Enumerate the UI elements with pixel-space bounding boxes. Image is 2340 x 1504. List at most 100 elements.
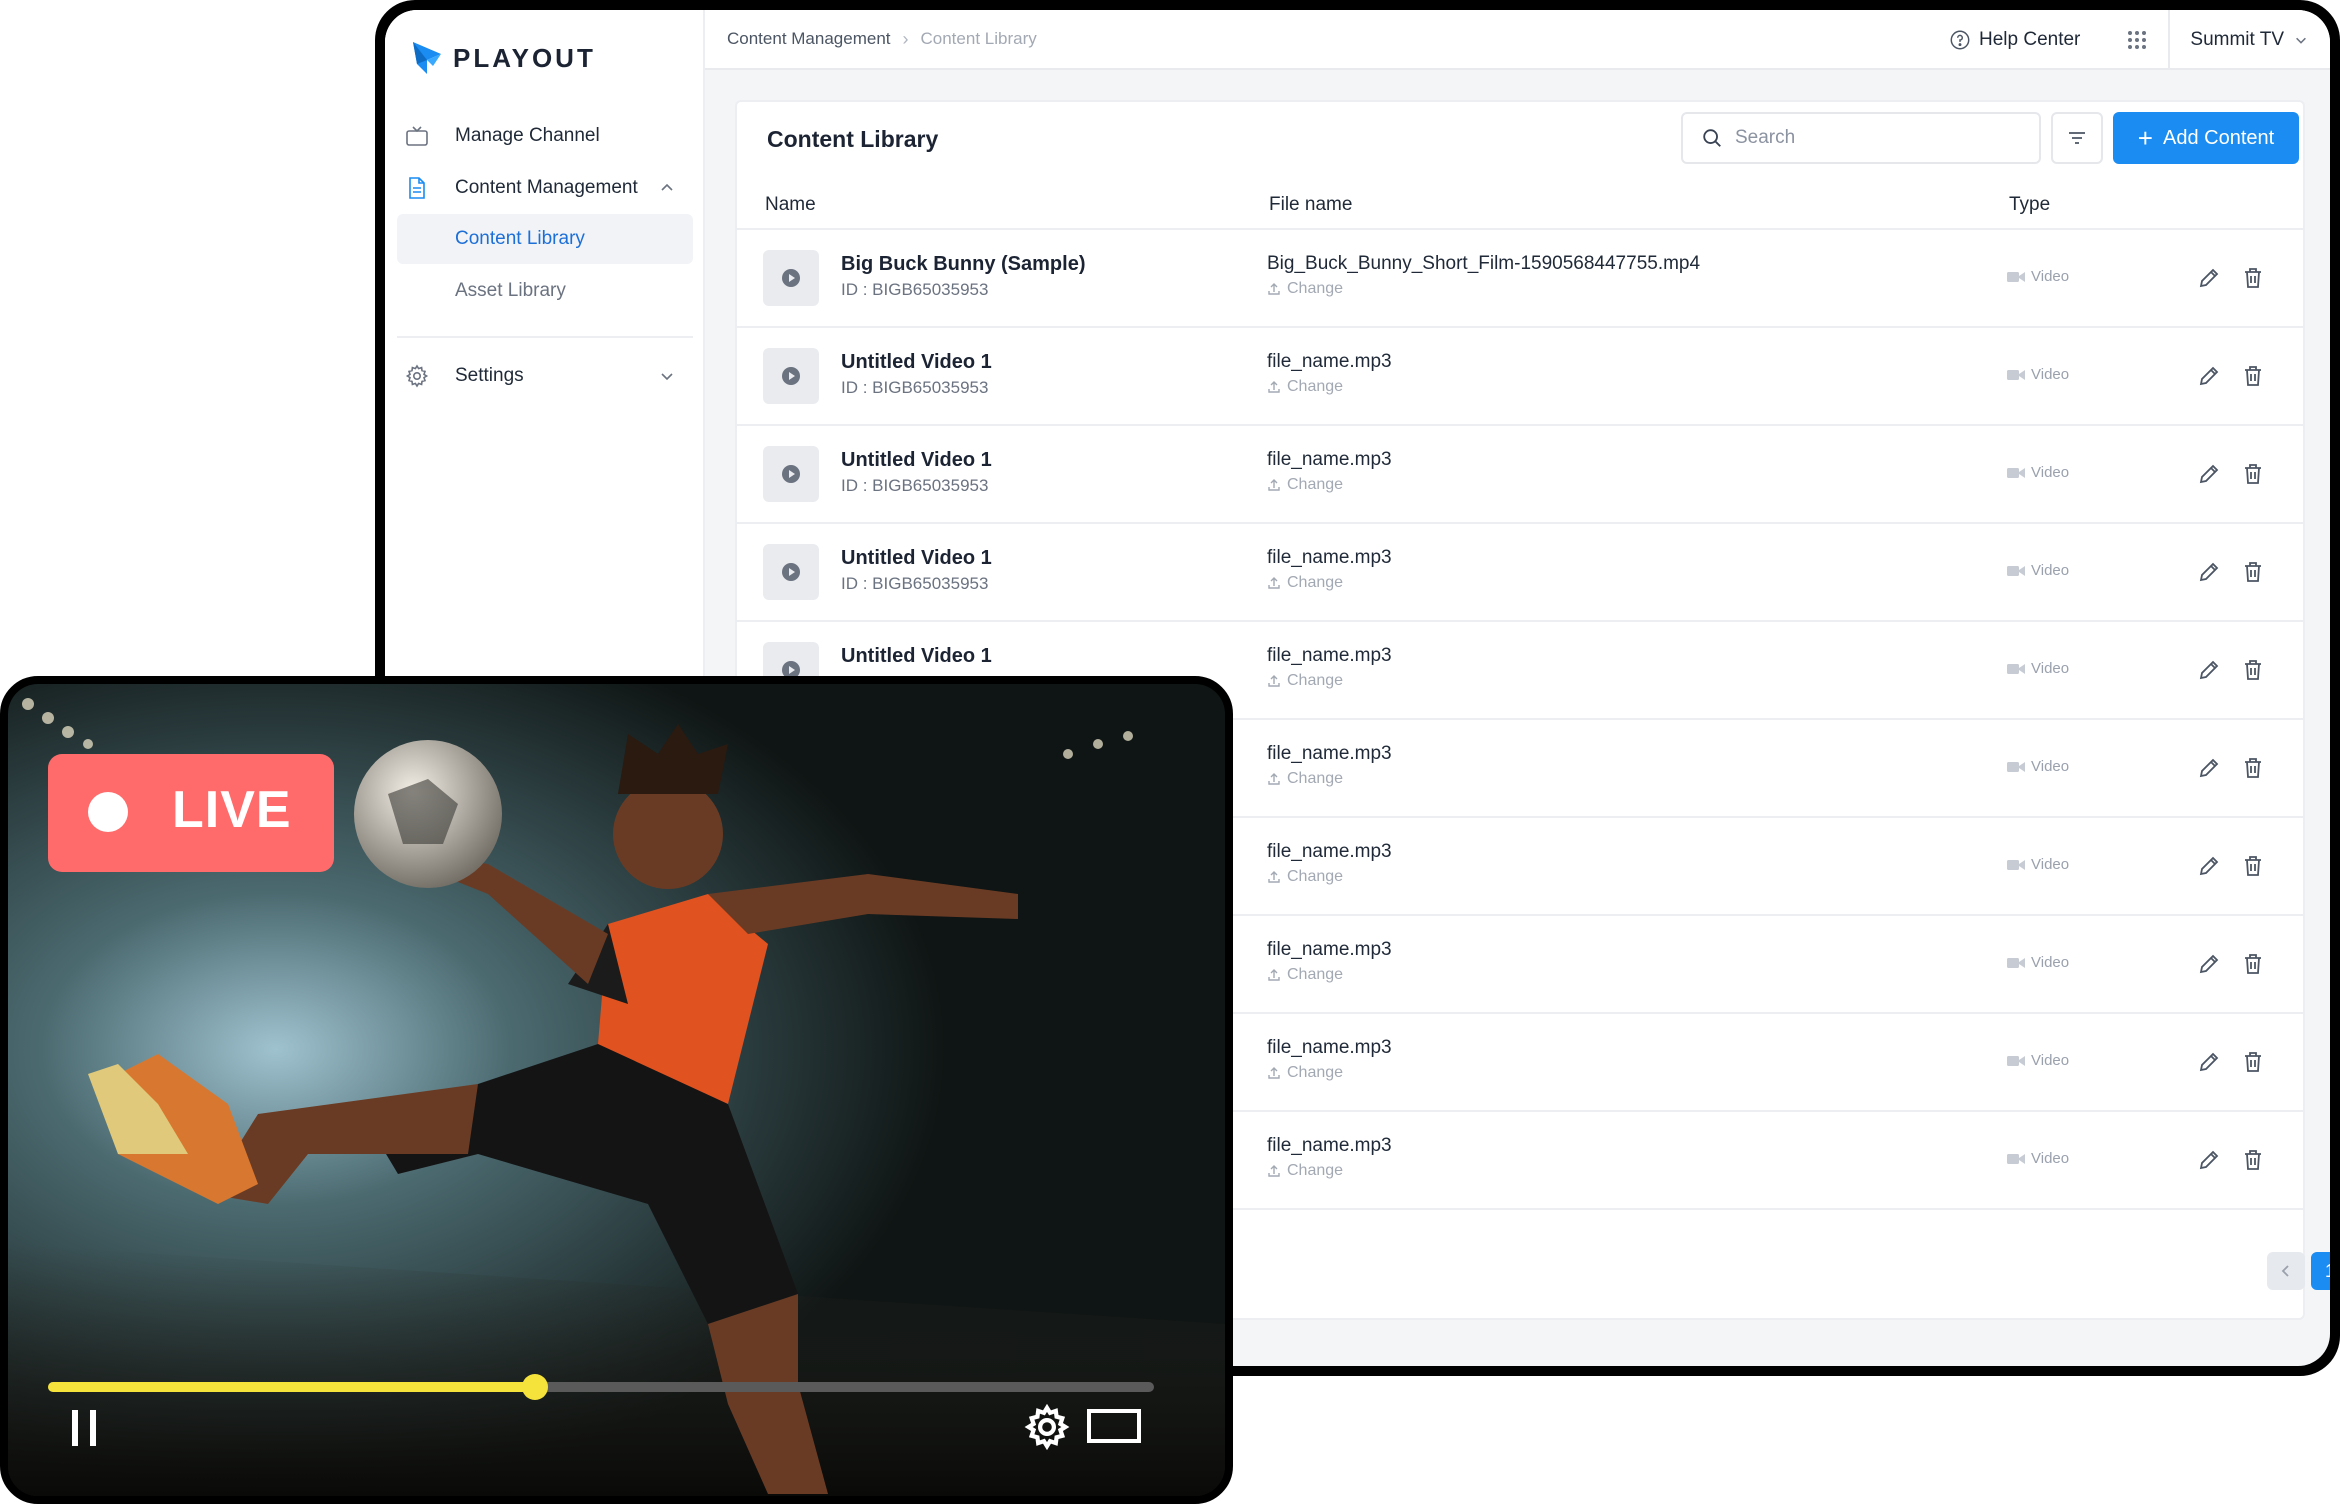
pause-icon[interactable]: [68, 1408, 102, 1448]
video-thumbnail[interactable]: [763, 348, 819, 404]
breadcrumb: Content Management › Content Library: [705, 29, 1037, 50]
delete-icon[interactable]: [2241, 1050, 2265, 1074]
sidebar-item-label: Content Management: [455, 177, 638, 198]
video-thumbnail[interactable]: [763, 544, 819, 600]
content-title: Untitled Video 1: [841, 547, 992, 569]
edit-icon[interactable]: [2197, 756, 2221, 780]
content-title: Untitled Video 1: [841, 645, 992, 667]
table-row[interactable]: Untitled Video 1 ID : BIGB65035953 file_…: [737, 328, 2303, 426]
delete-icon[interactable]: [2241, 1148, 2265, 1172]
delete-icon[interactable]: [2241, 952, 2265, 976]
file-name: file_name.mp3: [1267, 547, 1392, 568]
change-file-link[interactable]: Change: [1267, 280, 1343, 298]
delete-icon[interactable]: [2241, 462, 2265, 486]
change-file-link[interactable]: Change: [1267, 378, 1343, 396]
help-icon: [1950, 30, 1970, 50]
delete-icon[interactable]: [2241, 266, 2265, 290]
content-title: Untitled Video 1: [841, 351, 992, 373]
edit-icon[interactable]: [2197, 462, 2221, 486]
progress-bar[interactable]: [48, 1374, 1154, 1400]
content-type: Video: [2007, 562, 2069, 579]
change-file-link[interactable]: Change: [1267, 476, 1343, 494]
delete-icon[interactable]: [2241, 658, 2265, 682]
content-type: Video: [2007, 464, 2069, 481]
add-content-button[interactable]: + Add Content: [2113, 112, 2299, 164]
content-type-label: Video: [2031, 856, 2070, 873]
content-type-label: Video: [2031, 464, 2070, 481]
edit-icon[interactable]: [2197, 952, 2221, 976]
delete-icon[interactable]: [2241, 364, 2265, 388]
delete-icon[interactable]: [2241, 854, 2265, 878]
column-header-name[interactable]: Name: [765, 194, 816, 216]
upload-icon: [1268, 577, 1280, 589]
page-button-1[interactable]: 1: [2311, 1252, 2330, 1290]
video-camera-icon: [2007, 565, 2025, 576]
content-type-label: Video: [2031, 1150, 2070, 1167]
edit-icon[interactable]: [2197, 560, 2221, 584]
video-camera-icon: [2007, 467, 2025, 478]
table-row[interactable]: Big Buck Bunny (Sample) ID : BIGB6503595…: [737, 230, 2303, 328]
edit-icon[interactable]: [2197, 658, 2221, 682]
sidebar-item-content-management[interactable]: Content Management: [385, 162, 705, 214]
column-header-file[interactable]: File name: [1269, 194, 1352, 216]
video-thumbnail[interactable]: [763, 250, 819, 306]
upload-icon: [1268, 969, 1280, 981]
content-type-label: Video: [2031, 562, 2070, 579]
content-type: Video: [2007, 660, 2069, 677]
change-file-link[interactable]: Change: [1267, 1064, 1343, 1082]
content-type-label: Video: [2031, 954, 2070, 971]
content-type-label: Video: [2031, 758, 2070, 775]
play-icon: [782, 269, 800, 287]
delete-icon[interactable]: [2241, 560, 2265, 584]
upload-icon: [1268, 479, 1280, 491]
theater-mode-icon[interactable]: [1086, 1408, 1142, 1444]
top-bar: Content Management › Content Library Hel…: [705, 10, 2330, 70]
change-file-link[interactable]: Change: [1267, 1162, 1343, 1180]
help-center-label: Help Center: [1979, 29, 2081, 50]
change-label: Change: [1287, 378, 1344, 395]
upload-icon: [1268, 1165, 1280, 1177]
help-center-button[interactable]: Help Center: [1949, 29, 2080, 51]
video-thumbnail[interactable]: [763, 446, 819, 502]
sidebar-item-label: Settings: [455, 365, 524, 386]
account-switcher[interactable]: Summit TV: [2170, 29, 2330, 51]
chevron-down-icon: [2296, 37, 2306, 44]
delete-icon[interactable]: [2241, 756, 2265, 780]
settings-gear-icon[interactable]: [1024, 1404, 1070, 1450]
apps-grid-icon[interactable]: [2126, 29, 2148, 51]
breadcrumb-item[interactable]: Content Management: [727, 29, 891, 49]
previous-page-button[interactable]: [2267, 1252, 2305, 1290]
progress-handle[interactable]: [521, 1374, 548, 1400]
column-header-type[interactable]: Type: [2009, 194, 2050, 216]
change-file-link[interactable]: Change: [1267, 574, 1343, 592]
search-input[interactable]: Search: [1681, 112, 2041, 164]
search-icon: [1703, 129, 1721, 147]
edit-icon[interactable]: [2197, 1148, 2221, 1172]
edit-icon[interactable]: [2197, 1050, 2221, 1074]
video-camera-icon: [2007, 1055, 2025, 1066]
sidebar-item-asset-library[interactable]: Asset Library: [397, 266, 693, 316]
table-row[interactable]: Untitled Video 1 ID : BIGB65035953 file_…: [737, 426, 2303, 524]
sidebar-item-settings[interactable]: Settings: [385, 350, 705, 402]
change-file-link[interactable]: Change: [1267, 672, 1343, 690]
change-file-link[interactable]: Change: [1267, 770, 1343, 788]
sidebar-item-manage-channel[interactable]: Manage Channel: [385, 110, 705, 162]
change-file-link[interactable]: Change: [1267, 868, 1343, 886]
chevron-left-icon: [2281, 1265, 2289, 1277]
edit-icon[interactable]: [2197, 266, 2221, 290]
content-title: Untitled Video 1: [841, 449, 992, 471]
breadcrumb-separator-icon: ›: [902, 28, 909, 49]
filter-button[interactable]: [2051, 112, 2103, 164]
play-icon: [782, 367, 800, 385]
edit-icon[interactable]: [2197, 854, 2221, 878]
file-name: file_name.mp3: [1267, 351, 1392, 372]
file-name: file_name.mp3: [1267, 939, 1392, 960]
logo[interactable]: PLAYOUT: [407, 38, 596, 78]
edit-icon[interactable]: [2197, 364, 2221, 388]
sidebar-item-content-library[interactable]: Content Library: [397, 214, 693, 264]
change-file-link[interactable]: Change: [1267, 966, 1343, 984]
content-type: Video: [2007, 1052, 2069, 1069]
table-row[interactable]: Untitled Video 1 ID : BIGB65035953 file_…: [737, 524, 2303, 622]
live-video-player[interactable]: LIVE: [0, 676, 1233, 1504]
file-name: file_name.mp3: [1267, 1037, 1392, 1058]
